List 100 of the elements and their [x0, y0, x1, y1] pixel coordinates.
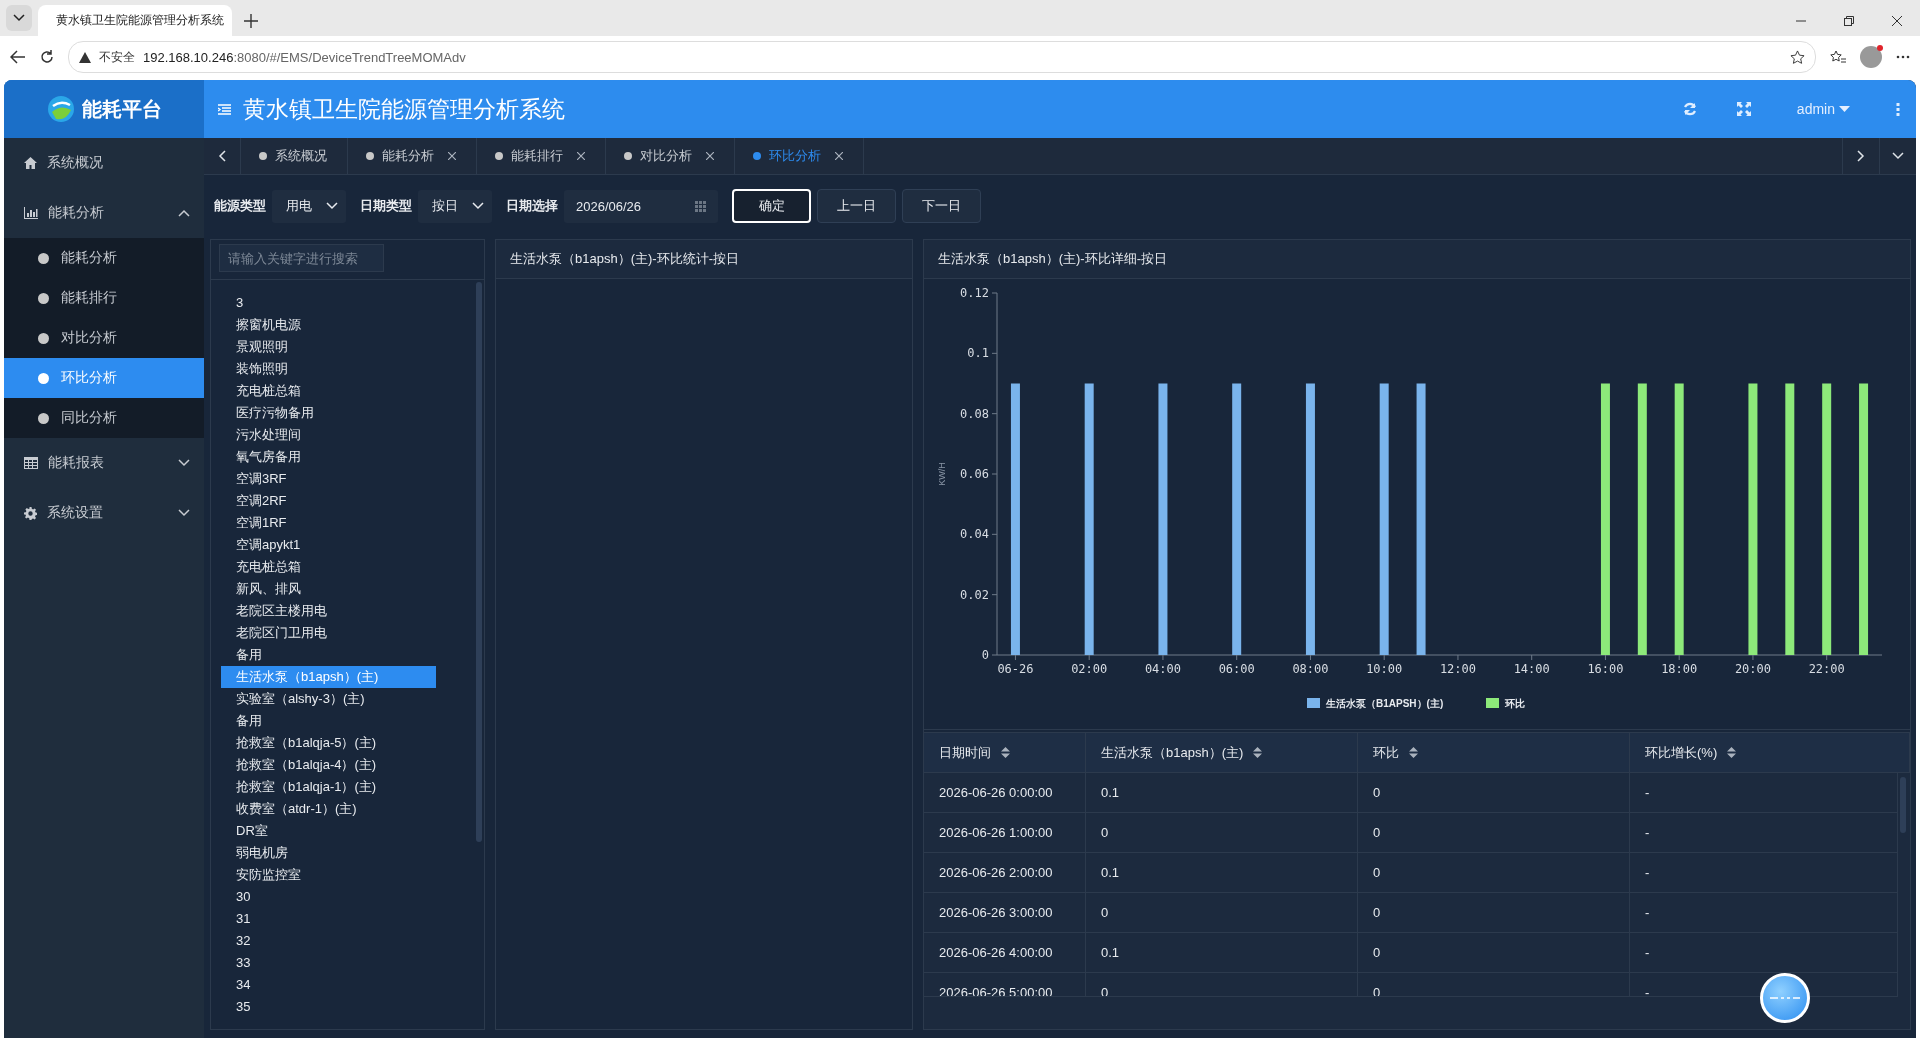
tree-item[interactable]: 备用	[221, 644, 436, 666]
tree-item[interactable]: 新风、排风	[221, 578, 436, 600]
tree-item[interactable]: 老院区门卫用电	[221, 622, 436, 644]
back-icon[interactable]	[10, 50, 26, 64]
table-cell: 0	[1358, 933, 1630, 972]
sort-icon	[1409, 747, 1418, 758]
scrollbar[interactable]	[1900, 777, 1906, 833]
table-cell: 0.1	[1086, 853, 1358, 892]
tree-item[interactable]: 景观照明	[221, 336, 436, 358]
page-tab[interactable]: 能耗排行	[477, 138, 606, 174]
sidebar-subitem[interactable]: 同比分析	[4, 398, 204, 438]
sidebar-subitem[interactable]: 能耗分析	[4, 238, 204, 278]
tree-item[interactable]: 31	[221, 908, 436, 930]
tree-item[interactable]: 安防监控室	[221, 864, 436, 886]
table-cell: 0.1	[1086, 773, 1358, 812]
tree-item[interactable]: 35	[221, 996, 436, 1018]
new-tab-icon[interactable]	[244, 14, 258, 28]
table-cell: 0	[1086, 813, 1358, 852]
legend-swatch	[1486, 698, 1499, 708]
date-type-select[interactable]: 按日	[418, 189, 492, 223]
tree-item[interactable]: 装饰照明	[221, 358, 436, 380]
column-header[interactable]: 日期时间	[924, 733, 1086, 772]
restore-icon[interactable]	[1844, 16, 1854, 26]
axis-label: 12:00	[1439, 662, 1476, 676]
tree-item[interactable]: 抢救室（b1alqja-5）(主)	[221, 732, 436, 754]
fullscreen-icon[interactable]	[1736, 102, 1751, 116]
column-header[interactable]: 生活水泵（b1apsh）(主)	[1086, 733, 1358, 772]
sidebar-item[interactable]: 系统设置	[4, 488, 204, 538]
tree-item[interactable]: 充电桩总箱	[221, 380, 436, 402]
energy-type-select[interactable]: 用电	[272, 189, 346, 223]
tree-item[interactable]: 污水处理间	[221, 424, 436, 446]
address-bar[interactable]: 不安全 192.168.10.246:8080/#/EMS/DeviceTrendTreeMOMAdv	[68, 41, 1816, 73]
action-button[interactable]: 下一日	[902, 189, 981, 223]
sidebar-subitem[interactable]: 能耗排行	[4, 278, 204, 318]
tree-item[interactable]: 空调3RF	[221, 468, 436, 490]
tree-item[interactable]: 33	[221, 952, 436, 974]
menu-icon[interactable]	[218, 103, 231, 115]
sidebar-item[interactable]: 能耗分析	[4, 188, 204, 238]
tree-item[interactable]: 34	[221, 974, 436, 996]
close-icon[interactable]	[835, 152, 843, 160]
bar-chart-icon	[24, 207, 38, 219]
search-field[interactable]: 请输入关键字进行搜索	[219, 244, 384, 272]
tree-item[interactable]: 抢救室（b1alqja-4）(主)	[221, 754, 436, 776]
tree-item[interactable]: 30	[221, 886, 436, 908]
date-field[interactable]: 2026/06/26	[564, 189, 718, 223]
sidebar-subitem[interactable]: 对比分析	[4, 318, 204, 358]
page-tab[interactable]: 对比分析	[606, 138, 735, 174]
tree-item[interactable]: 收费室（atdr-1）(主)	[221, 798, 436, 820]
sidebar-item[interactable]: 能耗报表	[4, 438, 204, 488]
favorites-icon[interactable]	[1830, 49, 1846, 65]
browser-tab[interactable]: 黄水镇卫生院能源管理分析系统	[38, 5, 232, 36]
tree-item[interactable]: 擦窗机电源	[221, 314, 436, 336]
profile-avatar[interactable]	[1860, 46, 1882, 68]
close-icon[interactable]	[1892, 16, 1902, 26]
tree-item[interactable]: 备用	[221, 710, 436, 732]
close-icon[interactable]	[706, 152, 714, 160]
table-cell: 2026-06-26 2:00:00	[924, 853, 1086, 892]
page-tab[interactable]: 环比分析	[735, 138, 864, 174]
column-header[interactable]: 环比增长(%)	[1630, 733, 1910, 772]
scrollbar[interactable]	[476, 282, 482, 842]
leaf-logo-icon	[46, 94, 76, 124]
axis-label: 10:00	[1366, 662, 1403, 676]
close-icon[interactable]	[577, 152, 585, 160]
chevron-down-icon	[13, 14, 25, 22]
more-icon[interactable]	[1896, 55, 1910, 59]
axis-label: 0.04	[960, 527, 989, 542]
tree-item[interactable]: 3	[221, 292, 436, 314]
action-button[interactable]: 上一日	[817, 189, 896, 223]
chevron-left-icon[interactable]	[218, 150, 226, 162]
refresh-icon[interactable]	[1682, 102, 1697, 116]
tab-list-button[interactable]	[6, 5, 32, 31]
axis-label: 08:00	[1292, 662, 1329, 676]
tree-item[interactable]: 充电桩总箱	[221, 556, 436, 578]
tree-item[interactable]: 空调apykt1	[221, 534, 436, 556]
chevron-right-icon[interactable]	[1857, 150, 1865, 162]
tree-item[interactable]: 空调2RF	[221, 490, 436, 512]
tree-item[interactable]: 医疗污物备用	[221, 402, 436, 424]
tree-item[interactable]: 32	[221, 930, 436, 952]
axis-label: 06-26	[997, 662, 1034, 676]
close-icon[interactable]	[448, 152, 456, 160]
url-text: 192.168.10.246:8080/#/EMS/DeviceTrendTreeMOMAdv	[143, 49, 466, 65]
tree-item[interactable]: 抢救室（b1alqja-1）(主)	[221, 776, 436, 798]
legend-label: 环比	[1505, 698, 1525, 709]
tree-item[interactable]: 实验室（alshy-3）(主)	[221, 688, 436, 710]
column-header[interactable]: 环比	[1358, 733, 1630, 772]
reload-icon[interactable]	[40, 50, 54, 64]
sidebar-item[interactable]: 系统概况	[4, 138, 204, 188]
tree-item[interactable]: 氧气房备用	[221, 446, 436, 468]
action-button[interactable]: 确定	[732, 189, 811, 223]
star-icon[interactable]	[1790, 49, 1805, 65]
page-tab[interactable]: 能耗分析	[348, 138, 477, 174]
tree-item[interactable]: DR室	[221, 820, 436, 842]
status-dot	[38, 252, 49, 264]
table-cell: 0	[1358, 813, 1630, 852]
page-tab[interactable]: 系统概况	[241, 138, 348, 174]
legend-label: 生活水泵（B1APSH）(主)	[1326, 698, 1444, 709]
tree-item[interactable]: 老院区主楼用电	[221, 600, 436, 622]
tree-item[interactable]: 空调1RF	[221, 512, 436, 534]
tree-item[interactable]: 弱电机房	[221, 842, 436, 864]
axis-label: 0.12	[960, 286, 989, 300]
